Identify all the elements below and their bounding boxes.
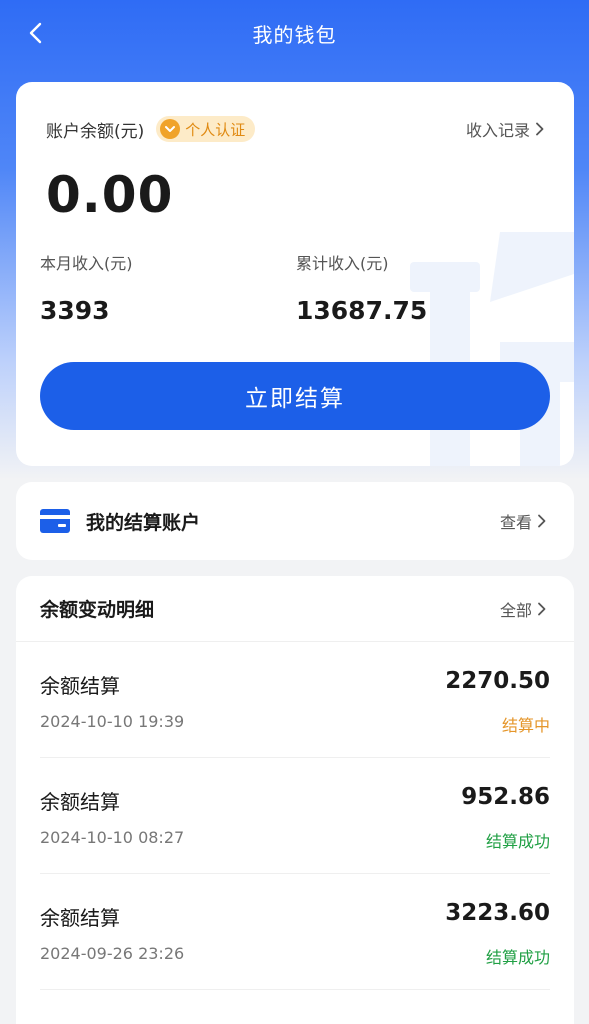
- bank-card-icon: [40, 509, 70, 533]
- view-account-label: 查看: [499, 513, 532, 532]
- monthly-income-label: 本月收入(元): [40, 254, 133, 273]
- chevron-right-icon: [537, 602, 546, 616]
- chevron-left-icon: [29, 22, 42, 44]
- details-title: 余额变动明细: [40, 599, 155, 621]
- transaction-status: 结算中: [501, 716, 550, 735]
- total-income-value: 13687.75: [296, 296, 428, 325]
- wallet-page: 我的钱包 账户余额(元) 个人认证 收入记录 0.00 本月收入(元) 3393…: [0, 0, 589, 1024]
- transaction-name: 余额结算: [40, 790, 120, 814]
- view-account-link[interactable]: 查看: [500, 509, 546, 533]
- transaction-row[interactable]: 余额结算 2024-10-10 08:27 952.86 结算成功: [40, 758, 550, 874]
- transaction-time: 2024-09-26 23:26: [40, 944, 185, 963]
- details-header: 余额变动明细 全部: [16, 576, 574, 642]
- transaction-status: 结算成功: [485, 832, 550, 851]
- balance-amount: 0.00: [46, 166, 174, 224]
- transaction-name: 余额结算: [40, 906, 120, 930]
- total-income: 累计收入(元) 13687.75: [296, 250, 427, 325]
- transaction-row[interactable]: 余额结算 2024-09-26 23:26 3223.60 结算成功: [40, 874, 550, 990]
- nav-bar: 我的钱包: [0, 0, 589, 66]
- income-records-label: 收入记录: [465, 121, 530, 140]
- transaction-amount: 952.86: [461, 784, 550, 810]
- settlement-account-card[interactable]: 我的结算账户 查看: [16, 482, 574, 560]
- settlement-account-title: 我的结算账户: [86, 511, 201, 534]
- chevron-right-icon: [535, 122, 544, 136]
- transaction-time: 2024-10-10 08:27: [40, 828, 185, 847]
- transaction-row[interactable]: 余额结算 2024-10-10 19:39 2270.50 结算中: [40, 642, 550, 758]
- verified-check-icon: [160, 119, 181, 139]
- balance-details-card: 余额变动明细 全部 余额结算 2024-10-10 19:39 2270.50 …: [16, 576, 574, 1024]
- income-records-link[interactable]: 收入记录: [466, 117, 544, 141]
- balance-label: 账户余额(元): [46, 121, 145, 142]
- settle-now-button[interactable]: 立即结算: [40, 362, 550, 430]
- transaction-status: 结算成功: [485, 948, 550, 967]
- monthly-income-value: 3393: [40, 296, 110, 325]
- balance-card: 账户余额(元) 个人认证 收入记录 0.00 本月收入(元) 3393 累计收入…: [16, 82, 574, 466]
- verified-badge-text: 个人认证: [185, 120, 246, 139]
- page-title: 我的钱包: [252, 22, 337, 47]
- view-all-label: 全部: [499, 600, 532, 620]
- monthly-income: 本月收入(元) 3393: [40, 250, 133, 325]
- view-all-link[interactable]: 全部: [500, 597, 546, 621]
- transaction-name: 余额结算: [40, 674, 120, 698]
- transaction-time: 2024-10-10 19:39: [40, 712, 185, 731]
- balance-header-row: 账户余额(元) 个人认证 收入记录: [46, 114, 544, 144]
- transaction-amount: 3223.60: [445, 900, 550, 926]
- total-income-label: 累计收入(元): [296, 254, 389, 273]
- transaction-amount: 2270.50: [445, 668, 550, 694]
- verified-badge: 个人认证: [156, 116, 256, 142]
- back-button[interactable]: [18, 16, 52, 50]
- chevron-right-icon: [537, 514, 546, 528]
